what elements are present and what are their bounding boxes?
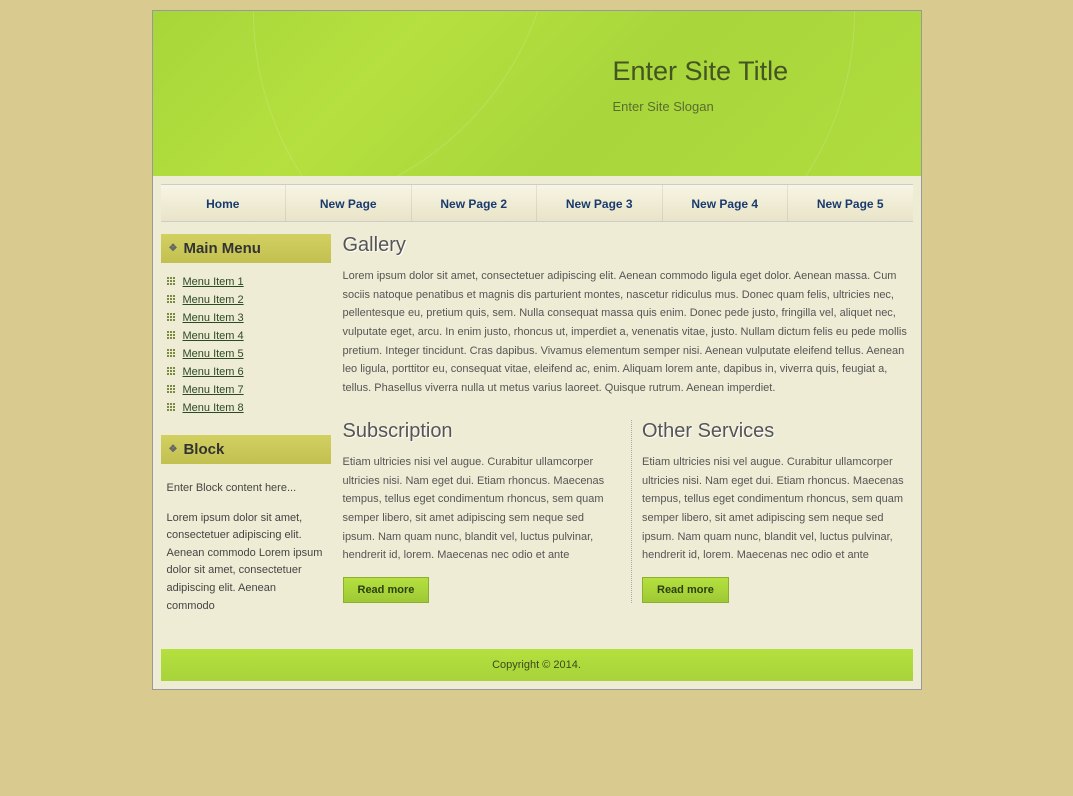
block-title: ❖ Block: [161, 435, 331, 464]
main-content: Gallery Lorem ipsum dolor sit amet, cons…: [343, 234, 913, 633]
nav-new-page-2[interactable]: New Page 2: [412, 185, 538, 221]
arrow-icon: ❖: [169, 243, 178, 254]
gallery-title: Gallery: [343, 234, 913, 257]
menu-item-3[interactable]: Menu Item 3: [161, 309, 331, 327]
block-content: Enter Block content here... Lorem ipsum …: [161, 474, 331, 633]
block-text: Lorem ipsum dolor sit amet, consectetuer…: [167, 510, 325, 616]
grid-icon: [167, 403, 177, 413]
services-read-more-button[interactable]: Read more: [642, 577, 729, 603]
site-slogan: Enter Site Slogan: [613, 99, 921, 114]
site-title: Enter Site Title: [613, 56, 921, 87]
columns: Subscription Etiam ultricies nisi vel au…: [343, 420, 913, 603]
menu-link[interactable]: Menu Item 7: [183, 384, 244, 396]
subscription-text: Etiam ultricies nisi vel augue. Curabitu…: [343, 453, 614, 565]
services-text: Etiam ultricies nisi vel augue. Curabitu…: [642, 453, 913, 565]
services-title: Other Services: [642, 420, 913, 443]
nav-home[interactable]: Home: [161, 185, 287, 221]
grid-icon: [167, 331, 177, 341]
nav-new-page-5[interactable]: New Page 5: [788, 185, 913, 221]
menu-item-2[interactable]: Menu Item 2: [161, 291, 331, 309]
main-menu-title: ❖ Main Menu: [161, 234, 331, 263]
menu-item-4[interactable]: Menu Item 4: [161, 327, 331, 345]
nav-new-page-3[interactable]: New Page 3: [537, 185, 663, 221]
nav-new-page[interactable]: New Page: [286, 185, 412, 221]
copyright: Copyright © 2014.: [492, 659, 581, 671]
block-label: Block: [183, 441, 224, 458]
menu-link[interactable]: Menu Item 1: [183, 276, 244, 288]
block-intro: Enter Block content here...: [167, 480, 325, 498]
nav-new-page-4[interactable]: New Page 4: [663, 185, 789, 221]
menu-link[interactable]: Menu Item 8: [183, 402, 244, 414]
menu-item-7[interactable]: Menu Item 7: [161, 381, 331, 399]
body-wrap: ❖ Main Menu Menu Item 1Menu Item 2Menu I…: [153, 222, 921, 641]
grid-icon: [167, 349, 177, 359]
menu-item-1[interactable]: Menu Item 1: [161, 273, 331, 291]
page-container: Enter Site Title Enter Site Slogan Home …: [152, 10, 922, 690]
gallery-text: Lorem ipsum dolor sit amet, consectetuer…: [343, 267, 913, 398]
main-menu-label: Main Menu: [183, 240, 261, 257]
grid-icon: [167, 367, 177, 377]
menu-item-5[interactable]: Menu Item 5: [161, 345, 331, 363]
services-column: Other Services Etiam ultricies nisi vel …: [631, 420, 913, 603]
menu-item-8[interactable]: Menu Item 8: [161, 399, 331, 417]
menu-item-6[interactable]: Menu Item 6: [161, 363, 331, 381]
site-header: Enter Site Title Enter Site Slogan: [153, 11, 921, 176]
menu-link[interactable]: Menu Item 4: [183, 330, 244, 342]
sidebar: ❖ Main Menu Menu Item 1Menu Item 2Menu I…: [161, 234, 331, 633]
subscription-column: Subscription Etiam ultricies nisi vel au…: [343, 420, 614, 603]
footer: Copyright © 2014.: [161, 649, 913, 681]
grid-icon: [167, 313, 177, 323]
menu-list: Menu Item 1 Menu Item 2 Menu Item 3 Menu It…: [161, 273, 331, 417]
menu-link[interactable]: Menu Item 3: [183, 312, 244, 324]
subscription-title: Subscription: [343, 420, 614, 443]
main-nav: Home New Page New Page 2 New Page 3 New …: [161, 184, 913, 222]
grid-icon: [167, 295, 177, 305]
menu-link[interactable]: Menu Item 5: [183, 348, 244, 360]
arrow-icon: ❖: [169, 444, 178, 455]
menu-link[interactable]: Menu Item 6: [183, 366, 244, 378]
menu-link[interactable]: Menu Item 2: [183, 294, 244, 306]
grid-icon: [167, 277, 177, 287]
grid-icon: [167, 385, 177, 395]
subscription-read-more-button[interactable]: Read more: [343, 577, 430, 603]
